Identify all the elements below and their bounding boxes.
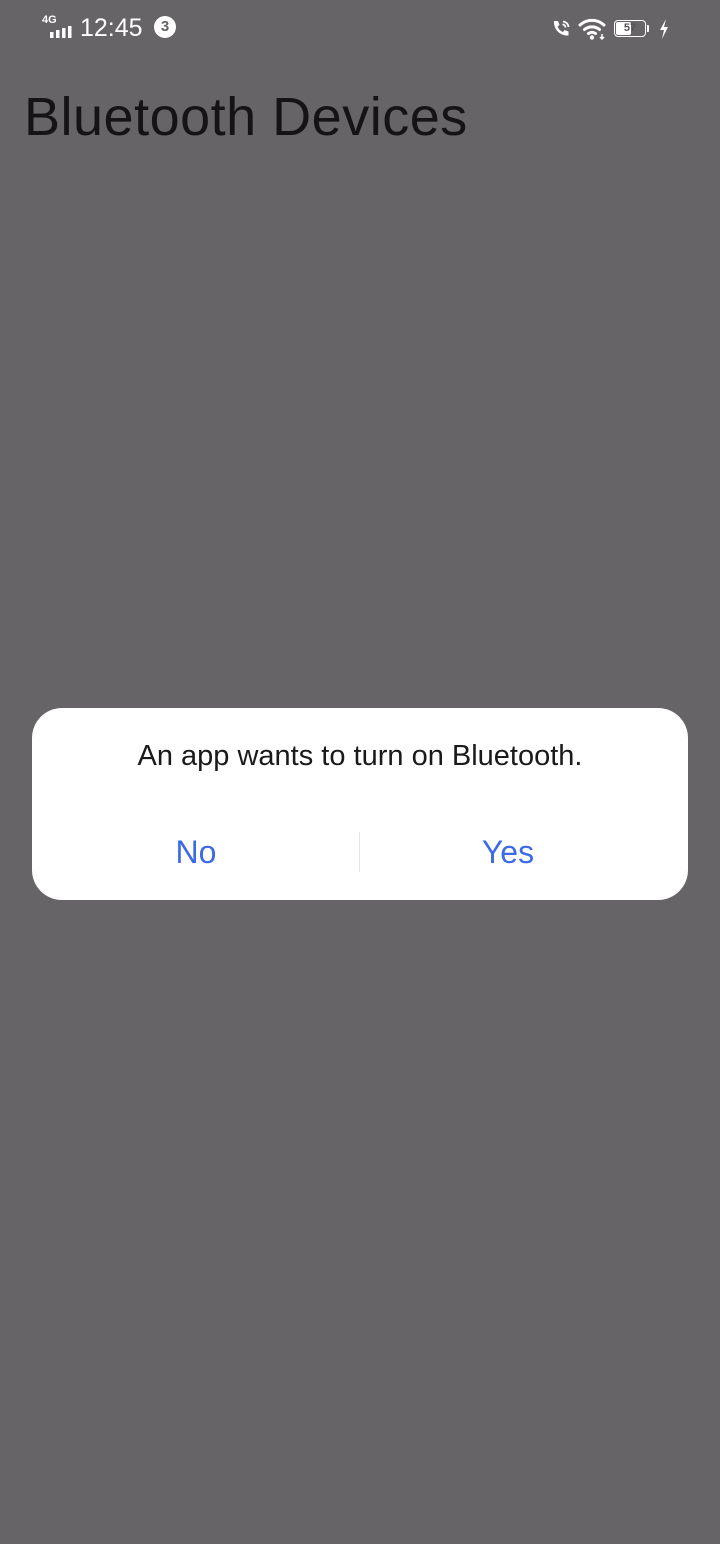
wifi-icon: [578, 18, 606, 41]
no-button[interactable]: No: [32, 820, 360, 884]
dialog-message: An app wants to turn on Bluetooth.: [137, 740, 583, 772]
yes-button[interactable]: Yes: [360, 820, 656, 884]
battery-level-text: 57: [623, 22, 637, 34]
status-right: 57: [550, 14, 680, 44]
battery-cap: [647, 25, 649, 32]
clock-time: 12:45: [80, 14, 143, 42]
wifi-calling-icon: [553, 20, 570, 36]
status-bar: 4G 12:45 3 57: [0, 0, 720, 56]
screen: 4G 12:45 3 57 Bluetooth Devices An app w…: [0, 0, 720, 1544]
notification-count-badge: 3: [154, 16, 176, 38]
bluetooth-permission-dialog: An app wants to turn on Bluetooth. No Ye…: [32, 708, 688, 900]
network-type-label: 4G: [42, 14, 57, 26]
signal-icon: [50, 26, 72, 38]
page-title: Bluetooth Devices: [24, 87, 468, 147]
charging-icon: [660, 19, 668, 39]
